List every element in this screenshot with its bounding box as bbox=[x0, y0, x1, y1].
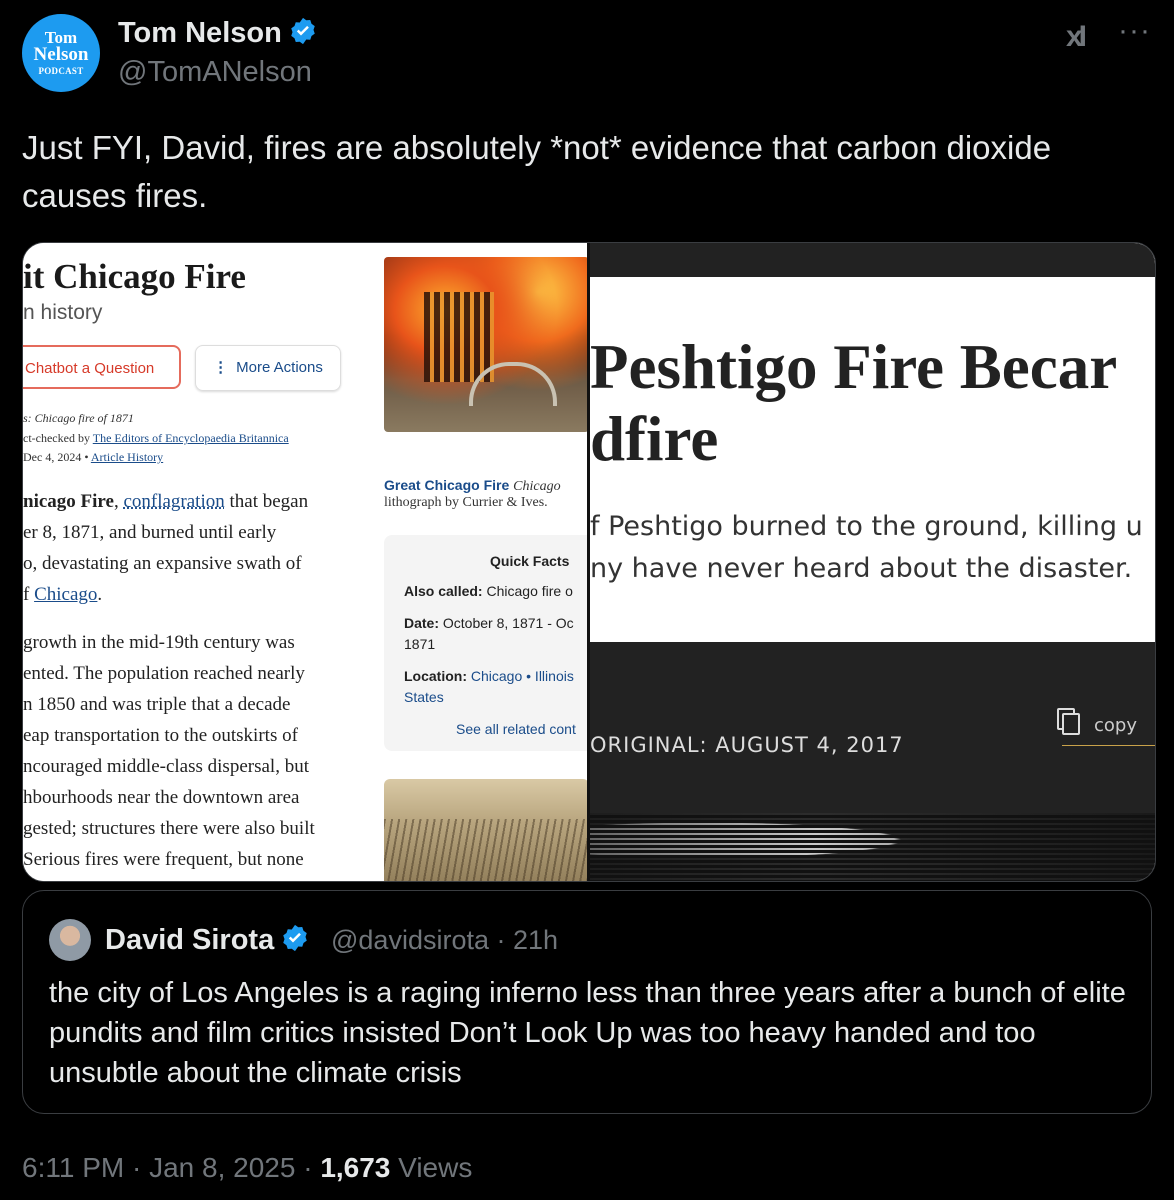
caption-italic-text: Chicago bbox=[513, 479, 561, 494]
media-britannica-screenshot[interactable]: it Chicago Fire n history Chatbot a Ques… bbox=[23, 243, 587, 881]
qf-value: Chicago fire o bbox=[486, 583, 573, 599]
author-avatar[interactable]: Tom Nelson PODCAST bbox=[22, 14, 100, 92]
engraving-image bbox=[590, 813, 1155, 881]
body-line: er 8, 1871, and burned until early bbox=[23, 522, 277, 543]
grok-icon[interactable]: xI bbox=[1066, 20, 1087, 54]
caption-title-text: Great Chicago Fire bbox=[384, 477, 510, 493]
author-name-row[interactable]: Tom Nelson bbox=[118, 16, 318, 50]
peshtigo-body-line1: f Peshtigo burned to the ground, killing… bbox=[590, 511, 1143, 542]
article-also-called: s: Chicago fire of 1871 bbox=[23, 411, 134, 425]
copy-link-button: copy bbox=[1062, 709, 1155, 746]
body-link: conflagration bbox=[123, 491, 225, 512]
tweet-text: Just FYI, David, fires are absolutely *n… bbox=[22, 129, 1052, 214]
body-line: ncouraged middle-class dispersal, but bbox=[23, 756, 309, 777]
quick-facts-also-called: Also called: Chicago fire o bbox=[404, 581, 573, 602]
copy-icon bbox=[1062, 713, 1080, 735]
body-text: , bbox=[113, 491, 124, 512]
peshtigo-body-line2: ny have never heard about the disaster. bbox=[590, 553, 1133, 584]
views-label: Views bbox=[390, 1152, 473, 1183]
qf-value: Chicago • Illinois bbox=[470, 668, 574, 684]
body-text: that began bbox=[224, 491, 309, 512]
quick-facts-box: Quick Facts Also called: Chicago fire o … bbox=[384, 535, 587, 751]
peshtigo-title-line2: dfire bbox=[590, 404, 719, 474]
quoted-author-avatar[interactable] bbox=[49, 919, 91, 961]
more-options-icon[interactable]: ··· bbox=[1118, 14, 1151, 48]
quoted-author-handle-time[interactable]: @davidsirota · 21h bbox=[331, 925, 558, 956]
qf-label: Location: bbox=[404, 668, 467, 684]
quoted-tweet[interactable]: David Sirota @davidsirota · 21h the city… bbox=[22, 890, 1152, 1114]
article-subtitle: n history bbox=[23, 301, 103, 324]
avatar-text-podcast: PODCAST bbox=[38, 66, 84, 76]
body-line: eap transportation to the outskirts of bbox=[23, 725, 298, 746]
body-line: growth in the mid-19th century was bbox=[23, 632, 295, 653]
peshtigo-title-line1: Peshtigo Fire Becar bbox=[590, 332, 1118, 402]
quick-facts-location-cont: States bbox=[404, 689, 444, 705]
kebab-icon: ⋮ bbox=[213, 359, 229, 376]
tweet-media[interactable]: it Chicago Fire n history Chatbot a Ques… bbox=[22, 242, 1156, 882]
copy-label: copy bbox=[1094, 715, 1137, 736]
updated-prefix: Dec 4, 2024 • bbox=[23, 450, 91, 464]
body-line: o, devastating an expansive swath of bbox=[23, 553, 302, 574]
quick-facts-heading: Quick Facts bbox=[490, 553, 570, 569]
article-title: it Chicago Fire bbox=[23, 257, 246, 296]
burning-building-shape bbox=[424, 292, 494, 382]
body-link: Chicago bbox=[34, 584, 98, 605]
views-count: 1,673 bbox=[320, 1152, 391, 1183]
article-updated: Dec 4, 2024 • Article History bbox=[23, 450, 163, 465]
author-name[interactable]: Tom Nelson bbox=[118, 17, 282, 49]
quick-facts-location: Location: Chicago • Illinois bbox=[404, 666, 574, 687]
qf-label: Also called: bbox=[404, 583, 483, 599]
tweet-timestamp-views: 6:11 PM · Jan 8, 2025 · 1,673 Views bbox=[22, 1152, 472, 1184]
tweet-timestamp[interactable]: 6:11 PM · Jan 8, 2025 · bbox=[22, 1152, 320, 1183]
qf-value: October 8, 1871 - Oc bbox=[442, 615, 574, 631]
quoted-tweet-text: the city of Los Angeles is a raging infe… bbox=[49, 977, 1126, 1089]
factcheck-link: The Editors of Encyclopaedia Britannica bbox=[92, 431, 289, 445]
verified-badge-icon bbox=[291, 17, 315, 45]
article-factcheck: ct-checked by The Editors of Encyclopaed… bbox=[23, 431, 289, 446]
quick-facts-date: Date: October 8, 1871 - Oc bbox=[404, 613, 574, 634]
body-line: ented. The population reached nearly bbox=[23, 663, 305, 684]
body-line: gested; structures there were also built bbox=[23, 818, 315, 839]
body-line: nicago Fire, conflagration that began bbox=[23, 491, 308, 513]
quoted-author-name-row[interactable]: David Sirota bbox=[105, 923, 310, 957]
chicago-fire-lithograph-image bbox=[384, 257, 587, 432]
body-line: hbourhoods near the downtown area bbox=[23, 787, 300, 808]
article-history-link: Article History bbox=[90, 450, 164, 464]
media-peshtigo-screenshot[interactable]: Peshtigo Fire Becar dfire f Peshtigo bur… bbox=[590, 243, 1155, 881]
see-all-related-link: See all related cont bbox=[456, 721, 576, 737]
avatar-text-nelson: Nelson bbox=[33, 44, 89, 65]
quoted-author-name[interactable]: David Sirota bbox=[105, 924, 274, 956]
author-handle[interactable]: @TomANelson bbox=[118, 56, 312, 89]
more-actions-label: More Actions bbox=[236, 359, 323, 376]
image-caption-title: Great Chicago Fire Chicago bbox=[384, 477, 561, 495]
body-bold: nicago Fire bbox=[23, 491, 114, 512]
verified-badge-icon bbox=[283, 924, 307, 952]
original-date-label: ORIGINAL: AUGUST 4, 2017 bbox=[590, 733, 904, 757]
body-line: n 1850 and was triple that a decade bbox=[23, 694, 291, 715]
more-actions-button: ⋮ More Actions bbox=[195, 345, 341, 391]
body-text: f bbox=[23, 584, 35, 605]
body-line: f Chicago. bbox=[23, 584, 102, 606]
image-caption-sub: lithograph by Currier & Ives. bbox=[384, 495, 548, 510]
factcheck-prefix: ct-checked by bbox=[23, 431, 93, 445]
qf-label: Date: bbox=[404, 615, 440, 631]
chicago-map-image bbox=[384, 779, 587, 881]
body-line: Serious fires were frequent, but none bbox=[23, 849, 304, 870]
article-header-panel: Peshtigo Fire Becar dfire f Peshtigo bur… bbox=[590, 277, 1155, 642]
ask-chatbot-button: Chatbot a Question bbox=[23, 345, 181, 389]
body-text: . bbox=[97, 584, 103, 605]
quick-facts-date-cont: 1871 bbox=[404, 636, 436, 652]
